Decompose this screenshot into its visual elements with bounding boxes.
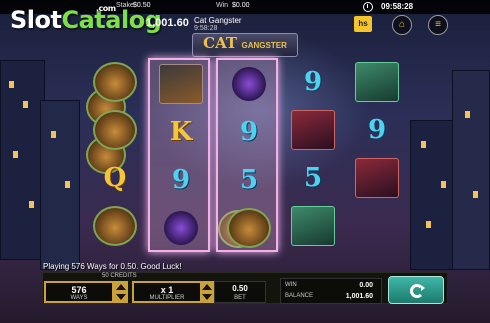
reel-symbol: [282, 202, 344, 250]
cat-boss-symbol-icon: [159, 64, 203, 104]
reel-symbol: [282, 106, 344, 154]
reel-symbol: [218, 204, 280, 252]
cat-purple-symbol-icon: [164, 211, 198, 245]
symbol-label: 9: [303, 67, 323, 97]
ways-value: 576: [71, 285, 87, 295]
reel-2: K9: [148, 58, 210, 252]
win-box-label: WIN: [285, 282, 297, 288]
arrow-down-icon[interactable]: [116, 294, 126, 300]
provider-logo: hs: [354, 16, 372, 32]
building-left: [0, 60, 45, 260]
symbol-label: K: [169, 117, 193, 147]
reel-1: Q: [84, 58, 146, 252]
cat-gold-symbol-icon: [93, 110, 137, 150]
reel-symbol: [218, 60, 280, 108]
multiplier-label: MULTIPLIER: [149, 295, 185, 301]
reel-symbol: 9: [346, 106, 408, 154]
header-balance: 1,001.60: [146, 17, 189, 29]
menu-button[interactable]: ≡: [428, 15, 448, 35]
spin-button[interactable]: [388, 276, 444, 304]
reel-symbol: [150, 204, 212, 252]
multiplier-stepper[interactable]: [200, 281, 214, 303]
multiplier-box: x 1 MULTIPLIER: [132, 281, 202, 303]
reel-symbol: [346, 58, 408, 106]
reel-symbol: [84, 58, 146, 106]
reel-symbol: 5: [218, 156, 280, 204]
multiplier-value: x 1: [160, 285, 174, 295]
home-button[interactable]: ⌂: [392, 15, 412, 35]
symbol-label: Q: [103, 163, 127, 193]
reel-symbol: K: [150, 108, 212, 156]
arrow-up-icon[interactable]: [202, 284, 212, 290]
cat-red-symbol-icon: [291, 110, 335, 150]
reel-5: 9: [346, 58, 408, 252]
game-logo-sign: CAT GANGSTER: [192, 33, 298, 57]
bet-value: 0.50: [232, 284, 248, 293]
cat-green-symbol-icon: [291, 206, 335, 246]
cat-purple-symbol-icon: [232, 67, 266, 101]
win-balance-box: WIN 0.00 BALANCE 1,001.60: [280, 278, 382, 304]
cat-gold-symbol-icon: [93, 206, 137, 246]
cat-gold-symbol-icon: [227, 208, 271, 248]
cat-red-symbol-icon: [355, 158, 399, 198]
reel-symbol: [346, 154, 408, 202]
reel-symbol: [150, 60, 212, 108]
ways-box: 576 WAYS: [44, 281, 114, 303]
reel-symbol: 9: [282, 58, 344, 106]
building-right-2: [452, 70, 490, 270]
home-icon: ⌂: [398, 19, 406, 30]
cat-green-symbol-icon: [355, 62, 399, 102]
watermark-logo: SlotCatalog .com: [10, 4, 162, 34]
reel-symbol: Q: [84, 154, 146, 202]
win-value: $0.00: [232, 2, 250, 9]
watermark-slot: Slot: [10, 6, 62, 34]
spin-icon: [410, 284, 425, 298]
building-left-2: [40, 100, 80, 270]
balance-box-value: 1,001.60: [345, 293, 373, 300]
logo-gangster: GANGSTER: [241, 41, 287, 50]
win-box-value: 0.00: [359, 282, 373, 289]
credits-label: 50 CREDITS: [102, 273, 137, 279]
clock-icon: [363, 2, 373, 12]
reel-3: 95: [216, 58, 278, 252]
reel-4: 95: [282, 58, 344, 252]
arrow-down-icon[interactable]: [202, 294, 212, 300]
header-game-name: Cat Gangster: [194, 16, 242, 25]
reel-area: Q K9 95 95 9: [82, 58, 412, 252]
logo-cat: CAT: [203, 34, 238, 52]
reel-symbol: [84, 106, 146, 154]
ways-stepper[interactable]: [114, 281, 128, 303]
menu-icon: ≡: [435, 19, 441, 30]
balance-box-label: BALANCE: [285, 293, 314, 299]
bet-label: BET: [234, 295, 246, 301]
reel-symbol: [84, 202, 146, 250]
symbol-label: 5: [303, 163, 323, 193]
symbol-label: 9: [171, 165, 191, 195]
bet-box: 0.50 BET: [214, 281, 266, 303]
cat-gold-symbol-icon: [93, 62, 137, 102]
symbol-label: 9: [239, 117, 259, 147]
status-message: Playing 576 Ways for 0.50. Good Luck!: [43, 262, 182, 271]
arrow-up-icon[interactable]: [116, 284, 126, 290]
reel-symbol: 9: [218, 108, 280, 156]
watermark-com: .com: [96, 4, 116, 13]
ways-label: WAYS: [70, 295, 88, 301]
reel-symbol: 5: [282, 154, 344, 202]
symbol-label: 5: [239, 165, 259, 195]
symbol-label: 9: [367, 115, 387, 145]
header-game-time: 9:58:28: [194, 25, 218, 32]
clock-time: 09:58:28: [381, 2, 414, 11]
win-label: Win: [216, 2, 229, 9]
reel-symbol: 9: [150, 156, 212, 204]
